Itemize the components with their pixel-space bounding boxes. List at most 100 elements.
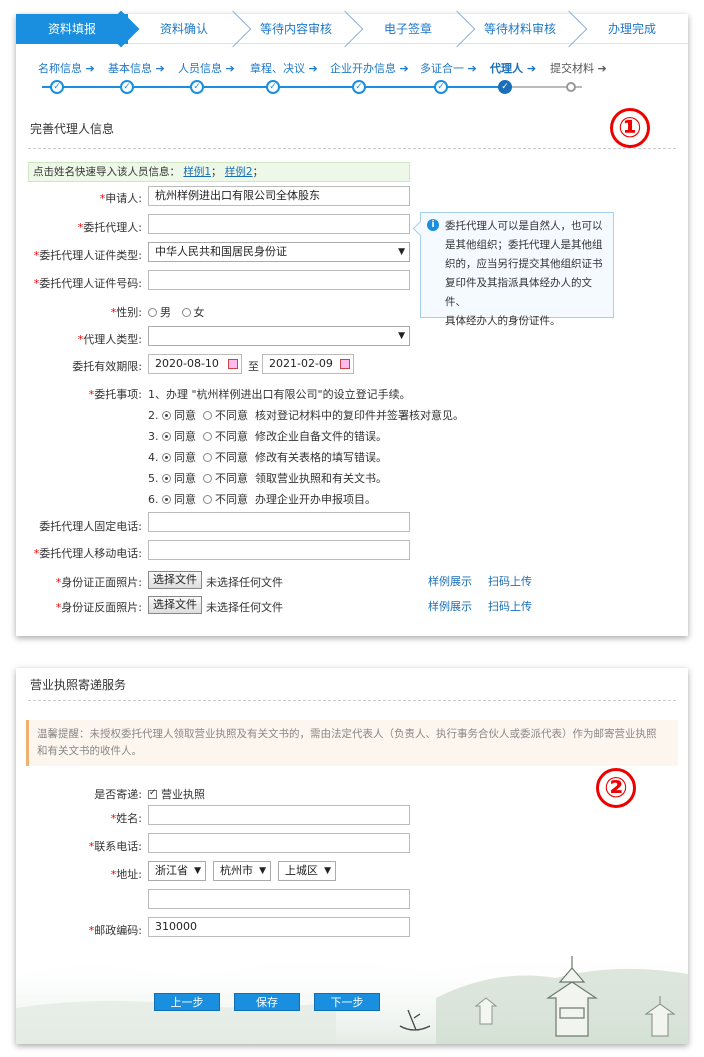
- notice-line: 温馨提醒：未授权委托代理人领取营业执照及有关文书的，需由法定代表人（负责人、执行…: [37, 728, 657, 740]
- check-icon: ✓: [266, 80, 280, 94]
- street-address-field[interactable]: [148, 889, 410, 909]
- agree-label: 同意: [174, 493, 196, 506]
- zip-field[interactable]: 310000: [148, 917, 410, 937]
- agree-radio[interactable]: [162, 453, 171, 462]
- agent-label: *委托代理人:: [77, 221, 142, 234]
- id-number-label: *委托代理人证件号码:: [33, 277, 142, 290]
- license-mailing-panel: 营业执照寄递服务 温馨提醒：未授权委托代理人领取营业执照及有关文书的，需由法定代…: [16, 668, 688, 1044]
- marker-2: ②: [596, 768, 636, 808]
- matter-text: 修改有关表格的填写错误。: [255, 451, 387, 464]
- mobile-field[interactable]: [148, 540, 410, 560]
- applicant-field[interactable]: 杭州样例进出口有限公司全体股东: [148, 186, 410, 206]
- step-fill-in: 资料填报: [16, 10, 140, 48]
- disagree-label: 不同意: [215, 451, 248, 464]
- phone-label: *联系电话:: [88, 840, 142, 853]
- agent-field[interactable]: [148, 214, 410, 234]
- info-icon: i: [427, 219, 439, 231]
- gender-radio-group: 男 女: [148, 304, 205, 320]
- calendar-icon[interactable]: [340, 359, 350, 369]
- period-separator: 至: [248, 360, 259, 373]
- prev-step-button[interactable]: 上一步: [154, 993, 220, 1011]
- city-select[interactable]: 杭州市 ▼: [213, 861, 271, 881]
- check-icon: ✓: [120, 80, 134, 94]
- divider: [28, 700, 676, 701]
- agree-radio[interactable]: [162, 432, 171, 441]
- id-type-select[interactable]: 中华人民共和国居民身份证 ▼: [148, 242, 410, 262]
- matter-1: 1、办理 "杭州样例进出口有限公司"的设立登记手续。: [148, 388, 411, 401]
- substep-name-info[interactable]: 名称信息 ➔: [38, 60, 95, 76]
- step-label: 等待内容审核: [259, 22, 332, 36]
- sample-link-1[interactable]: 样例1: [183, 166, 211, 178]
- district-value: 上城区: [285, 864, 318, 877]
- substep-submit-materials[interactable]: 提交材料 ➔: [550, 60, 607, 76]
- recipient-name-field[interactable]: [148, 805, 410, 825]
- step-label: 电子签章: [383, 22, 432, 36]
- substep-personnel-info[interactable]: 人员信息 ➔: [178, 60, 235, 76]
- id-number-field[interactable]: [148, 270, 410, 290]
- province-select[interactable]: 浙江省 ▼: [148, 861, 206, 881]
- separator: ；: [252, 166, 264, 178]
- landscape-illustration: [16, 949, 688, 1044]
- step-label: 等待材料审核: [483, 22, 556, 36]
- caret-down-icon: ▼: [398, 247, 405, 257]
- id-front-sample-link[interactable]: 样例展示: [428, 573, 472, 589]
- disagree-radio[interactable]: [203, 453, 212, 462]
- matter-row: 4. 同意 不同意 修改有关表格的填写错误。: [148, 451, 387, 464]
- separator: ；: [211, 166, 222, 178]
- next-step-button[interactable]: 下一步: [314, 993, 380, 1011]
- import-hint: 点击姓名快速导入该人员信息：: [33, 166, 180, 178]
- substep-basic-info[interactable]: 基本信息 ➔: [108, 60, 165, 76]
- substep-multi-cert[interactable]: 多证合一 ➔: [420, 60, 477, 76]
- matter-row: 6. 同意 不同意 办理企业开办申报项目。: [148, 493, 376, 506]
- id-front-choose-file-button[interactable]: 选择文件: [148, 571, 202, 589]
- agent-type-label: *代理人类型:: [77, 333, 142, 346]
- sample-link-2[interactable]: 样例2: [225, 166, 253, 178]
- disagree-radio[interactable]: [203, 432, 212, 441]
- check-icon: ✓: [498, 80, 512, 94]
- calendar-icon[interactable]: [228, 359, 238, 369]
- id-type-label: *委托代理人证件类型:: [33, 249, 142, 262]
- gender-female-radio[interactable]: [181, 308, 191, 317]
- id-back-choose-file-button[interactable]: 选择文件: [148, 596, 202, 614]
- landline-label: 委托代理人固定电话:: [39, 520, 142, 533]
- disagree-radio[interactable]: [203, 495, 212, 504]
- divider: [28, 148, 676, 149]
- landline-field[interactable]: [148, 512, 410, 532]
- district-select[interactable]: 上城区 ▼: [278, 861, 336, 881]
- id-front-label: *身份证正面照片:: [55, 576, 142, 589]
- substep-enterprise-info[interactable]: 企业开办信息 ➔: [330, 60, 409, 76]
- address-label: *地址:: [110, 868, 142, 881]
- step-label: 资料填报: [47, 22, 96, 36]
- id-back-scan-upload-link[interactable]: 扫码上传: [488, 598, 532, 614]
- step-confirm: 资料确认: [128, 10, 252, 48]
- period-end-field[interactable]: 2021-02-09: [262, 354, 354, 374]
- check-icon: ✓: [190, 80, 204, 94]
- gender-male-radio[interactable]: [148, 308, 157, 317]
- agree-radio[interactable]: [162, 474, 171, 483]
- substep-agent[interactable]: 代理人 ➔: [490, 60, 536, 76]
- disagree-radio[interactable]: [203, 474, 212, 483]
- agree-radio[interactable]: [162, 411, 171, 420]
- disagree-radio[interactable]: [203, 411, 212, 420]
- disagree-label: 不同意: [215, 409, 248, 422]
- recipient-phone-field[interactable]: [148, 833, 410, 853]
- matter-row: 2. 同意 不同意 核对登记材料中的复印件并签署核对意见。: [148, 409, 464, 422]
- matter-text: 办理企业开办申报项目。: [255, 493, 376, 506]
- substep-articles[interactable]: 章程、决议 ➔: [250, 60, 318, 76]
- id-back-sample-link[interactable]: 样例展示: [428, 598, 472, 614]
- step-material-review: 等待材料审核: [464, 10, 588, 48]
- step-content-review: 等待内容审核: [240, 10, 364, 48]
- period-start-field[interactable]: 2020-08-10: [148, 354, 242, 374]
- marker-1: ①: [610, 108, 650, 148]
- mail-checkbox[interactable]: [148, 788, 157, 799]
- mobile-label: *委托代理人移动电话:: [33, 547, 142, 560]
- id-front-scan-upload-link[interactable]: 扫码上传: [488, 573, 532, 589]
- save-button[interactable]: 保存: [234, 993, 300, 1011]
- agree-label: 同意: [174, 472, 196, 485]
- agree-radio[interactable]: [162, 495, 171, 504]
- process-step-bar: 资料填报 资料确认 等待内容审核 电子签章 等待材料审核 办理完成: [16, 10, 688, 48]
- name-label: *姓名:: [110, 812, 142, 825]
- id-back-file-status: 未选择任何文件: [206, 601, 283, 614]
- check-icon: ✓: [352, 80, 366, 94]
- agent-type-select[interactable]: ▼: [148, 326, 410, 346]
